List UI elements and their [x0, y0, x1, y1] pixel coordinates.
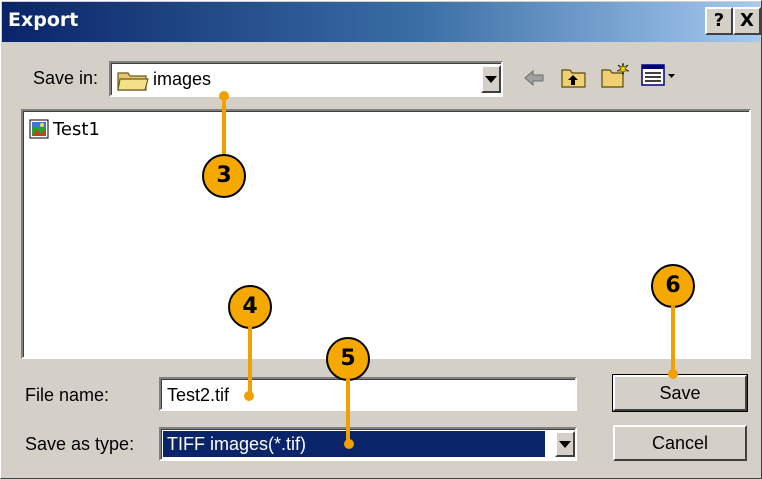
save-as-type-label: Save as type:	[25, 434, 135, 454]
image-file-icon	[29, 119, 49, 139]
callout-4-line	[248, 327, 252, 395]
file-name-label: File name:	[25, 385, 110, 405]
callout-5-line	[346, 379, 350, 443]
callout-6-line	[671, 306, 675, 374]
chevron-down-icon	[559, 441, 571, 448]
save-in-dropdown[interactable]: images	[109, 61, 503, 97]
save-as-type-dropdown-button[interactable]	[555, 431, 575, 457]
back-arrow-icon[interactable]	[523, 69, 545, 87]
list-item[interactable]: Test1	[29, 119, 149, 141]
callout-6-dot	[668, 369, 678, 379]
save-in-value: images	[153, 69, 212, 89]
help-button[interactable]: ?	[705, 7, 733, 35]
list-item-label: Test1	[53, 119, 100, 140]
callout-5: 5	[326, 337, 370, 381]
callout-5-dot	[344, 439, 354, 449]
file-list[interactable]: Test1	[21, 109, 751, 359]
up-folder-icon[interactable]	[561, 65, 587, 89]
chevron-down-icon	[485, 76, 497, 83]
save-button[interactable]: Save	[612, 374, 748, 412]
callout-4: 4	[228, 285, 272, 329]
callout-4-dot	[244, 391, 254, 401]
callout-3: 3	[202, 154, 246, 198]
callout-3-line	[222, 96, 226, 156]
callout-6: 6	[651, 264, 695, 308]
save-in-label: Save in:	[33, 68, 99, 88]
export-dialog: Export ? X Save in: images Test1 File na…	[0, 0, 762, 479]
save-as-type-value: TIFF images(*.tif)	[167, 434, 307, 454]
cancel-button[interactable]: Cancel	[613, 425, 747, 461]
save-in-dropdown-button[interactable]	[481, 65, 501, 93]
new-folder-icon[interactable]	[601, 61, 631, 89]
save-as-type-dropdown[interactable]: TIFF images(*.tif)	[159, 427, 577, 461]
title-bar[interactable]: Export ? X	[2, 2, 761, 42]
file-name-value: Test2.tif	[167, 385, 230, 405]
window-title: Export	[8, 9, 79, 31]
view-menu-icon[interactable]	[641, 63, 677, 89]
close-button[interactable]: X	[733, 7, 761, 35]
folder-icon	[117, 72, 149, 91]
file-name-field[interactable]: Test2.tif	[159, 377, 577, 411]
